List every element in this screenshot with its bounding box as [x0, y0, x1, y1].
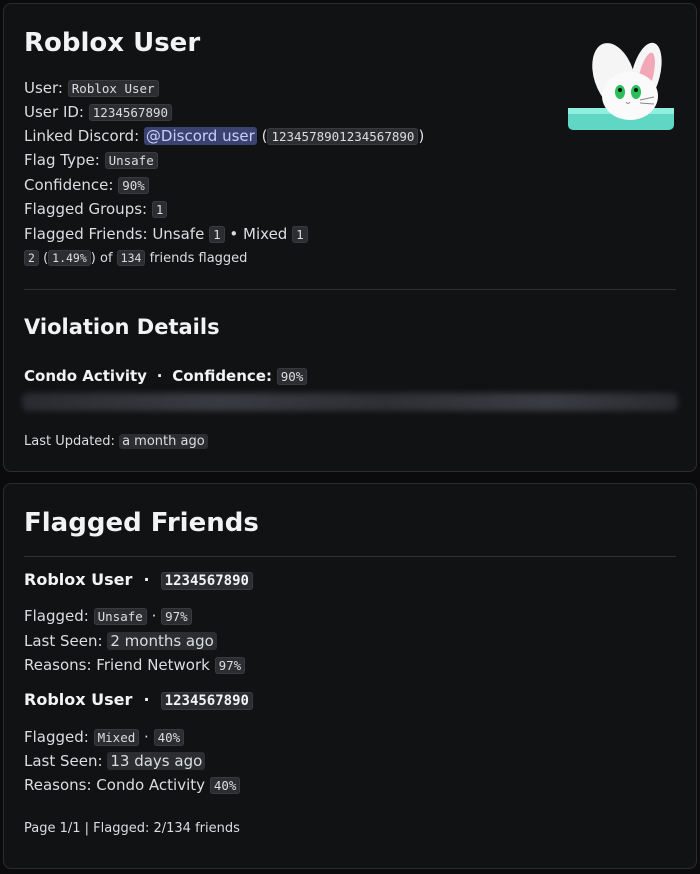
flag-type-row: Flag Type: Unsafe — [24, 149, 158, 172]
flagged-friends-card: Flagged Friends Roblox User · 1234567890… — [3, 483, 697, 869]
friend-flag-code: Unsafe — [93, 608, 147, 625]
violation-row: Condo Activity · Confidence: 90% — [24, 365, 308, 388]
pagination-footer: Page 1/1 | Flagged: 2/134 friends — [24, 821, 240, 836]
friend-reasons-row: Reasons: Friend Network 97% — [24, 654, 246, 677]
user-id-code: 1234567890 — [88, 104, 173, 121]
friend-name: Roblox User — [24, 570, 133, 589]
section-divider — [24, 556, 676, 557]
section-divider — [24, 289, 676, 290]
user-title: Roblox User — [24, 28, 201, 58]
user-id-row: User ID: 1234567890 — [24, 101, 173, 124]
friend-flagged-row: Flagged: Unsafe · 97% — [24, 605, 192, 628]
friend-flagged-row: Flagged: Mixed · 40% — [24, 726, 185, 749]
flagged-groups-code: 1 — [151, 201, 168, 218]
linked-discord-row: Linked Discord: @Discord user (123457890… — [24, 127, 425, 145]
flag-type-code: Unsafe — [104, 152, 158, 169]
last-updated-timestamp: a month ago — [119, 434, 208, 449]
violation-title: Violation Details — [24, 315, 220, 339]
friend-last-seen-row: Last Seen: 13 days ago — [24, 750, 206, 772]
friend-flag-code: Mixed — [93, 729, 140, 746]
friend-header: Roblox User · 1234567890 — [24, 689, 253, 712]
bunny-avatar-icon — [568, 34, 678, 134]
friend-id: 1234567890 — [160, 692, 253, 710]
mixed-count-code: 1 — [292, 226, 308, 243]
friend-last-seen-row: Last Seen: 2 months ago — [24, 630, 217, 652]
discord-mention[interactable]: @Discord user — [143, 127, 257, 145]
friend-confidence-code: 97% — [161, 608, 192, 625]
friends-flagged-pct: 1.49% — [48, 250, 91, 266]
friend-confidence-code: 40% — [153, 729, 185, 746]
friends-total: 134 — [116, 250, 146, 266]
user-info-card: Roblox User User: Roblox User User ID: 1… — [3, 3, 697, 472]
friend-last-seen: 13 days ago — [107, 752, 206, 770]
flagged-friends-row: Flagged Friends: Unsafe 1 • Mixed 1 — [24, 223, 308, 246]
flagged-groups-row: Flagged Groups: 1 — [24, 198, 168, 221]
friend-id: 1234567890 — [160, 572, 253, 590]
friends-flagged-summary: 2 (1.49%) of 134 friends flagged — [24, 247, 247, 270]
violation-confidence: 90% — [276, 368, 308, 385]
blurred-violation-message — [22, 393, 678, 411]
friend-reasons-confidence: 40% — [209, 777, 241, 794]
violation-category: Condo Activity — [24, 367, 147, 385]
discord-id-code: 1234578901234567890 — [267, 128, 419, 145]
friend-name: Roblox User — [24, 690, 133, 709]
friend-last-seen: 2 months ago — [107, 632, 217, 650]
confidence-row: Confidence: 90% — [24, 174, 149, 197]
unsafe-count-code: 1 — [209, 226, 225, 243]
friend-header: Roblox User · 1234567890 — [24, 569, 253, 592]
last-updated-row: Last Updated: a month ago — [24, 431, 208, 453]
user-name-code: Roblox User — [67, 80, 159, 97]
user-row: User: Roblox User — [24, 77, 159, 100]
friends-flagged-count: 2 — [24, 250, 39, 266]
confidence-code: 90% — [118, 177, 149, 194]
flagged-friends-title: Flagged Friends — [24, 508, 259, 538]
friend-reasons-confidence: 97% — [214, 657, 246, 674]
friend-reasons-row: Reasons: Condo Activity 40% — [24, 774, 241, 797]
